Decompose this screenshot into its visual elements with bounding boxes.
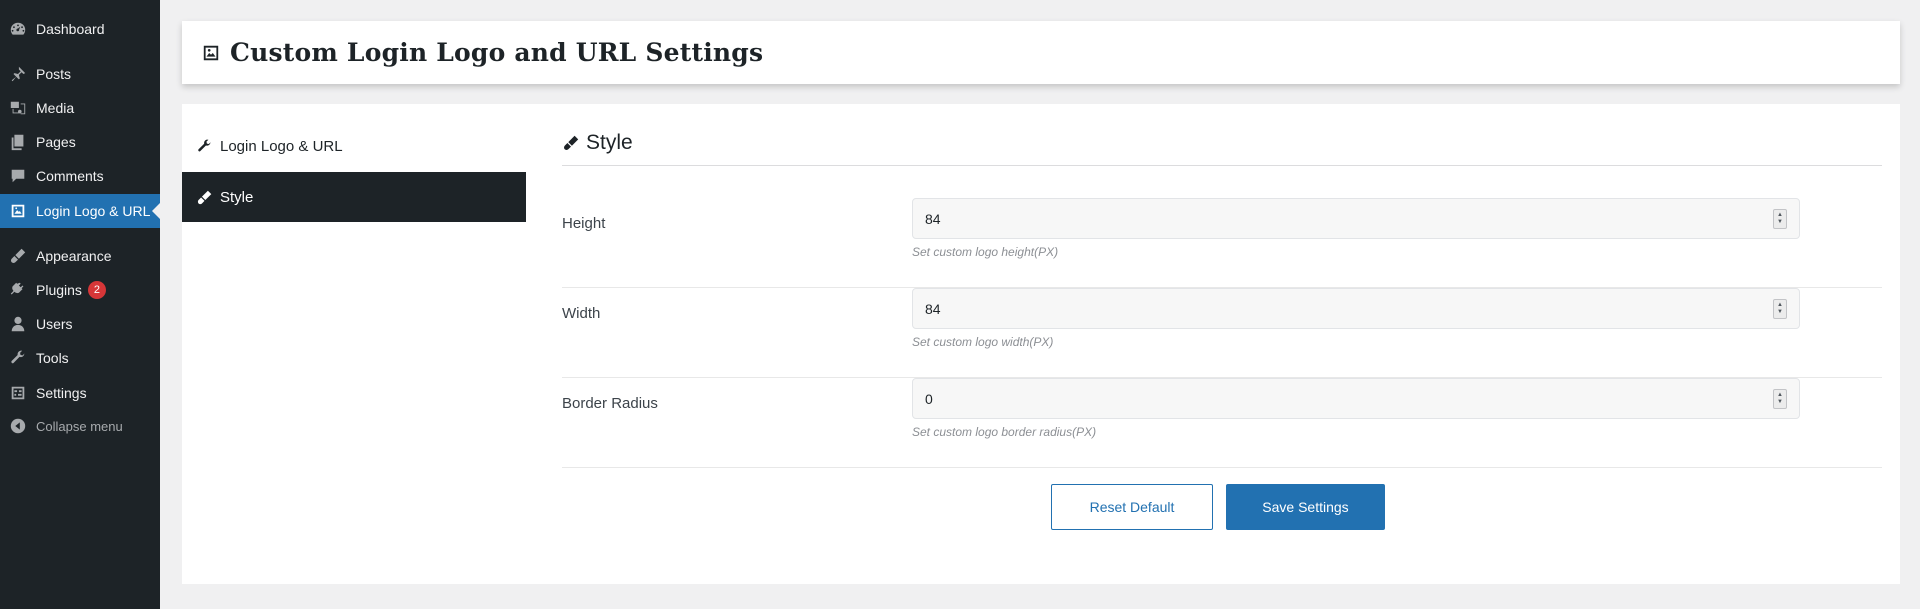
height-input[interactable] (925, 210, 1725, 227)
page-header: Custom Login Logo and URL Settings (182, 21, 1900, 84)
wrench-icon (0, 349, 36, 367)
sidebar-item-label: Users (36, 316, 73, 332)
image-icon (202, 43, 222, 63)
sidebar-item-label: Settings (36, 385, 87, 401)
admin-sidebar: Dashboard Posts Media Pages Comments Log… (0, 0, 160, 609)
tab-label: Login Logo & URL (220, 137, 343, 155)
sidebar-item-label: Plugins (36, 282, 82, 298)
sidebar-item-comments[interactable]: Comments (0, 159, 160, 193)
dashboard-icon (0, 20, 36, 38)
user-icon (0, 315, 36, 333)
border-radius-label: Border Radius (562, 395, 658, 412)
section-title: Style (586, 130, 633, 154)
height-hint: Set custom logo height(PX) (912, 245, 1059, 259)
sidebar-item-label: Media (36, 100, 75, 116)
stepper-down-icon[interactable]: ▼ (1777, 219, 1783, 226)
height-stepper[interactable]: ▲ ▼ (1773, 209, 1787, 229)
sidebar-item-label: Pages (36, 134, 76, 150)
border-radius-stepper[interactable]: ▲ ▼ (1773, 389, 1787, 409)
width-input-wrap: ▲ ▼ (912, 288, 1800, 329)
sidebar-item-pages[interactable]: Pages (0, 125, 160, 159)
width-label: Width (562, 305, 601, 322)
sidebar-item-label: Comments (36, 168, 104, 184)
sidebar-item-label: Tools (36, 350, 69, 366)
reset-default-button[interactable]: Reset Default (1051, 484, 1213, 530)
collapse-arrow-icon (0, 417, 36, 435)
sliders-icon (0, 384, 36, 402)
sidebar-item-appearance[interactable]: Appearance (0, 239, 160, 273)
stepper-down-icon[interactable]: ▼ (1777, 309, 1783, 316)
page-title: Custom Login Logo and URL Settings (230, 38, 764, 67)
wrench-icon (196, 137, 214, 155)
sidebar-item-settings[interactable]: Settings (0, 376, 160, 410)
sidebar-item-login-logo-url[interactable]: Login Logo & URL (0, 194, 160, 228)
height-label: Height (562, 215, 606, 232)
border-radius-input[interactable] (925, 390, 1725, 407)
sidebar-item-dashboard[interactable]: Dashboard (0, 12, 160, 46)
sidebar-item-plugins[interactable]: Plugins 2 (0, 273, 160, 307)
image-icon (0, 202, 36, 220)
width-input[interactable] (925, 300, 1725, 317)
field-row-height: Height ▲ ▼ Set custom logo height(PX) (562, 198, 1882, 288)
width-hint: Set custom logo width(PX) (912, 335, 1054, 349)
section-heading: Style (562, 124, 1882, 166)
sidebar-item-media[interactable]: Media (0, 91, 160, 125)
sidebar-item-label: Posts (36, 66, 72, 82)
settings-panel: Login Logo & URL Style Style Height ▲ ▼ … (182, 104, 1900, 584)
stepper-up-icon[interactable]: ▲ (1777, 302, 1783, 309)
stepper-up-icon[interactable]: ▲ (1777, 212, 1783, 219)
tab-login-logo-url[interactable]: Login Logo & URL (182, 121, 526, 171)
plugins-update-badge: 2 (87, 281, 106, 299)
media-icon (0, 99, 36, 117)
sidebar-item-label: Dashboard (36, 21, 105, 37)
stepper-down-icon[interactable]: ▼ (1777, 399, 1783, 406)
pages-icon (0, 133, 36, 151)
sidebar-item-label: Login Logo & URL (36, 203, 151, 219)
tab-style[interactable]: Style (182, 172, 526, 222)
height-input-wrap: ▲ ▼ (912, 198, 1800, 239)
sidebar-item-posts[interactable]: Posts (0, 57, 160, 91)
field-row-width: Width ▲ ▼ Set custom logo width(PX) (562, 288, 1882, 378)
sidebar-item-users[interactable]: Users (0, 307, 160, 341)
pin-icon (0, 65, 36, 83)
field-row-border-radius: Border Radius ▲ ▼ Set custom logo border… (562, 378, 1882, 468)
tab-label: Style (220, 188, 254, 206)
plug-icon (0, 281, 36, 299)
collapse-menu-button[interactable]: Collapse menu (0, 409, 160, 443)
stepper-up-icon[interactable]: ▲ (1777, 392, 1783, 399)
width-stepper[interactable]: ▲ ▼ (1773, 299, 1787, 319)
sidebar-item-label: Appearance (36, 248, 112, 264)
border-radius-hint: Set custom logo border radius(PX) (912, 425, 1097, 439)
brush-icon (562, 133, 582, 153)
sidebar-item-tools[interactable]: Tools (0, 341, 160, 375)
collapse-menu-label: Collapse menu (36, 418, 123, 434)
save-settings-button[interactable]: Save Settings (1226, 484, 1385, 530)
brush-icon (196, 188, 214, 206)
brush-icon (0, 247, 36, 265)
border-radius-input-wrap: ▲ ▼ (912, 378, 1800, 419)
comment-icon (0, 167, 36, 185)
